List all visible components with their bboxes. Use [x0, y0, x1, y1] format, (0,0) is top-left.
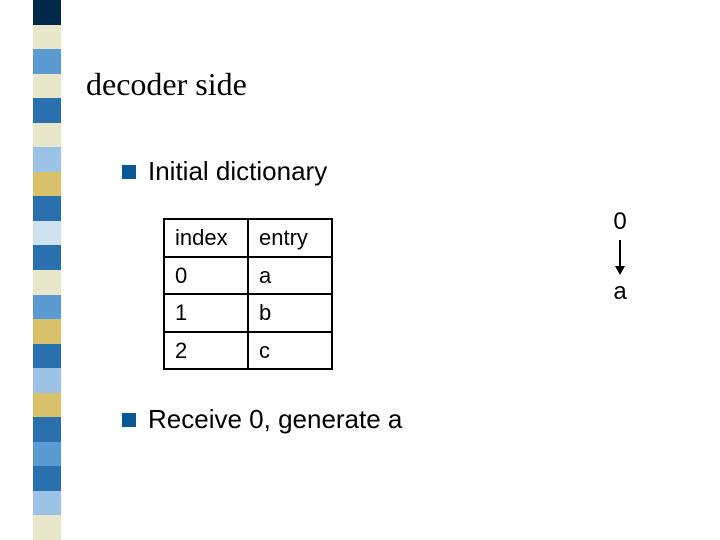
- deco-segment: [33, 172, 61, 197]
- deco-segment: [33, 515, 61, 540]
- table-header-index: index: [164, 219, 248, 257]
- deco-segment: [33, 442, 61, 467]
- deco-segment: [33, 319, 61, 344]
- deco-segment: [33, 0, 61, 25]
- table-row: 2 c: [164, 332, 332, 370]
- deco-segment: [33, 344, 61, 369]
- bullet-receive-generate: Receive 0, generate a: [122, 404, 402, 435]
- deco-segment: [33, 49, 61, 74]
- deco-segment: [33, 98, 61, 123]
- dictionary-table: index entry 0 a 1 b 2 c: [163, 218, 333, 370]
- table-header-entry: entry: [248, 219, 332, 257]
- bullet-square-icon: [122, 165, 136, 179]
- table-row: index entry: [164, 219, 332, 257]
- annotation-top-value: 0: [600, 208, 640, 236]
- table-cell: b: [248, 294, 332, 332]
- deco-segment: [33, 74, 61, 99]
- table-cell: 2: [164, 332, 248, 370]
- table-row: 1 b: [164, 294, 332, 332]
- deco-segment: [33, 147, 61, 172]
- slide-title: decoder side: [86, 66, 247, 103]
- table-cell: 1: [164, 294, 248, 332]
- deco-segment: [33, 196, 61, 221]
- arrow-down-icon: [613, 238, 627, 276]
- deco-segment: [33, 368, 61, 393]
- table-cell: 0: [164, 257, 248, 295]
- bullet-text: Initial dictionary: [148, 156, 327, 187]
- deco-segment: [33, 466, 61, 491]
- deco-segment: [33, 491, 61, 516]
- deco-segment: [33, 123, 61, 148]
- bullet-initial-dictionary: Initial dictionary: [122, 156, 327, 187]
- annotation-group: 0 a: [600, 208, 640, 306]
- table-cell: c: [248, 332, 332, 370]
- deco-segment: [33, 221, 61, 246]
- bullet-text: Receive 0, generate a: [148, 404, 402, 435]
- deco-segment: [33, 417, 61, 442]
- deco-segment: [33, 245, 61, 270]
- deco-segment: [33, 25, 61, 50]
- decorative-strip: [33, 0, 61, 540]
- table-row: 0 a: [164, 257, 332, 295]
- deco-segment: [33, 393, 61, 418]
- annotation-bottom-value: a: [600, 278, 640, 306]
- bullet-square-icon: [122, 413, 136, 427]
- deco-segment: [33, 270, 61, 295]
- deco-segment: [33, 295, 61, 320]
- table-cell: a: [248, 257, 332, 295]
